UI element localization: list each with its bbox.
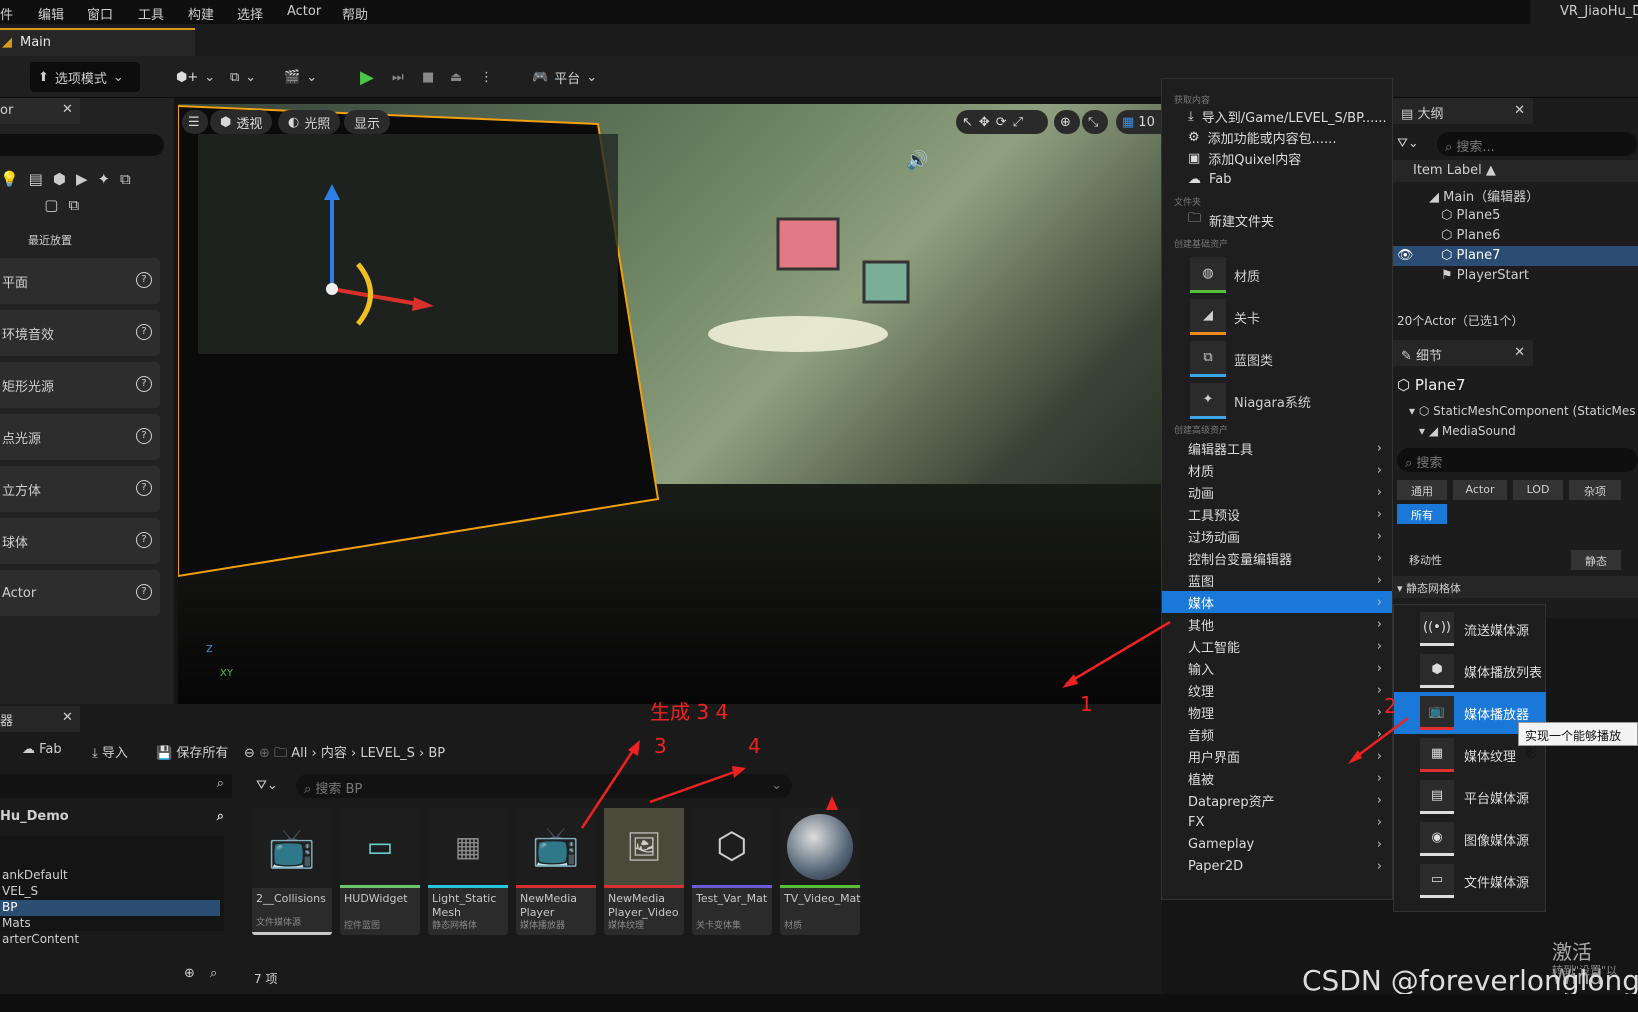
arrow-1 (1065, 620, 1171, 686)
arrow-4-head (732, 766, 746, 778)
status-bar (0, 994, 1638, 1012)
arrow-1-head (1062, 674, 1078, 688)
annotation-generate: 生成 3 4 (650, 700, 729, 724)
annotation-1: 1 (1080, 692, 1093, 716)
arrow-2-head (1348, 750, 1362, 764)
arrow-4 (649, 768, 741, 804)
annotation-3: 3 (654, 734, 667, 758)
arrow-3 (580, 745, 638, 829)
annotation-2: 2 (1384, 694, 1397, 718)
annotation-4: 4 (748, 734, 761, 758)
csdn-watermark: CSDN @foreverlonglong (1302, 964, 1638, 997)
marker-triangle (826, 796, 838, 810)
annotation-arrows (580, 620, 1409, 829)
arrow-2 (1351, 717, 1409, 761)
